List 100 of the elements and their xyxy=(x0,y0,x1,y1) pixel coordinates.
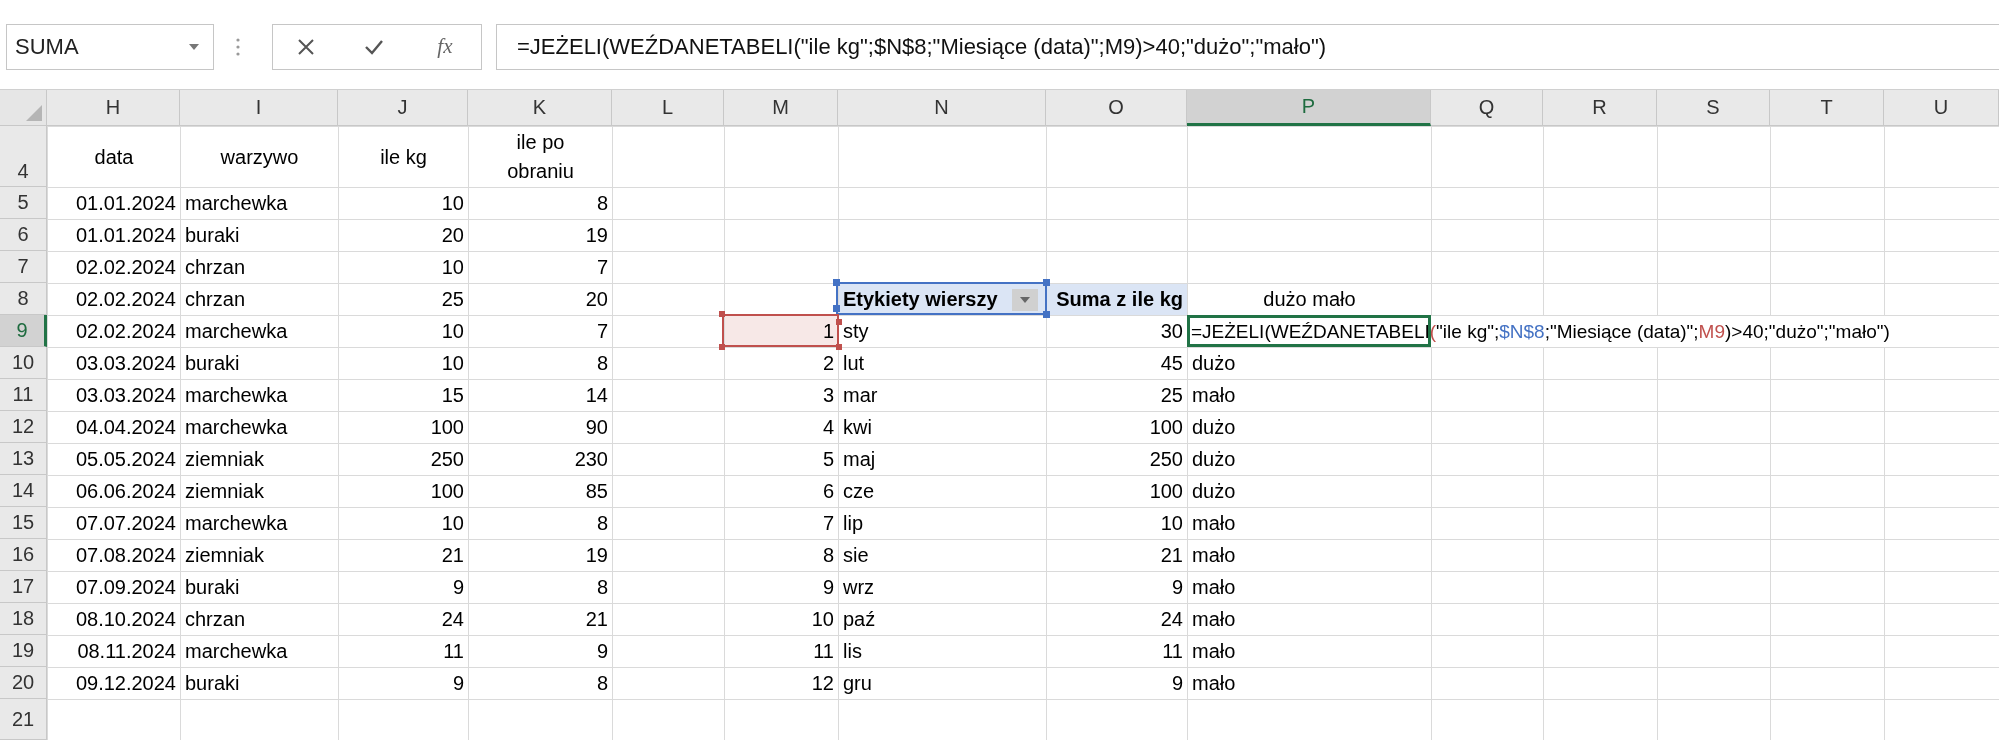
table-cell: 06.06.2024 xyxy=(47,475,180,507)
table-cell: 25 xyxy=(1046,379,1187,411)
row-header[interactable]: 11 xyxy=(0,379,47,411)
column-header[interactable]: P xyxy=(1187,90,1431,126)
row-header[interactable]: 9 xyxy=(0,315,47,347)
row-header[interactable]: 18 xyxy=(0,603,47,635)
table-cell: 10 xyxy=(338,187,468,219)
row-header[interactable]: 20 xyxy=(0,667,47,699)
table-cell: 30 xyxy=(1046,315,1187,347)
row-header[interactable]: 17 xyxy=(0,571,47,603)
table-cell: 7 xyxy=(468,315,612,347)
table-cell: 230 xyxy=(468,443,612,475)
table-cell: 11 xyxy=(338,635,468,667)
row-header[interactable]: 19 xyxy=(0,635,47,667)
table-cell: 11 xyxy=(724,635,838,667)
table-cell: 9 xyxy=(468,635,612,667)
table-cell: mar xyxy=(838,379,1046,411)
table-cell: 01.01.2024 xyxy=(47,219,180,251)
table-cell: ziemniak xyxy=(180,475,338,507)
pivot-label: Etykiety wierszy xyxy=(843,288,999,311)
row-header[interactable]: 8 xyxy=(0,283,47,315)
table-cell: 21 xyxy=(468,603,612,635)
column-header[interactable]: J xyxy=(338,90,468,126)
table-cell: 07.09.2024 xyxy=(47,571,180,603)
row-header[interactable]: 21 xyxy=(0,699,47,740)
table-cell: maj xyxy=(838,443,1046,475)
row-header[interactable]: 6 xyxy=(0,219,47,251)
table-cell: 24 xyxy=(1046,603,1187,635)
table-cell: dużo xyxy=(1187,443,1431,475)
column-header[interactable]: R xyxy=(1543,90,1657,126)
table-cell: paź xyxy=(838,603,1046,635)
table-cell: mało xyxy=(1187,667,1431,699)
column-header[interactable]: N xyxy=(838,90,1046,126)
column-header[interactable]: K xyxy=(468,90,612,126)
table-cell: 19 xyxy=(468,219,612,251)
column-title: data xyxy=(47,126,180,187)
table-cell: 07.07.2024 xyxy=(47,507,180,539)
table-cell: 02.02.2024 xyxy=(47,283,180,315)
table-cell: 100 xyxy=(338,475,468,507)
table-cell: gru xyxy=(838,667,1046,699)
table-cell: lip xyxy=(838,507,1046,539)
table-cell: 10 xyxy=(338,251,468,283)
name-box[interactable]: SUMA xyxy=(6,23,214,70)
row-header[interactable]: 7 xyxy=(0,251,47,283)
column-header[interactable]: L xyxy=(612,90,724,126)
table-cell: 10 xyxy=(1046,507,1187,539)
table-cell: marchewka xyxy=(180,315,338,347)
table-cell: sty xyxy=(838,315,1046,347)
table-cell: wrz xyxy=(838,571,1046,603)
table-cell: mało xyxy=(1187,635,1431,667)
table-cell: 20 xyxy=(468,283,612,315)
formula-field[interactable]: =JEŻELI(WEŹDANETABELI("ile kg";$N$8;"Miesiące (data)";M9)>40;"dużo";"mało") xyxy=(496,23,1999,70)
insert-function-button[interactable]: fx xyxy=(433,34,457,59)
table-cell: 4 xyxy=(724,411,838,443)
row-header[interactable]: 4 xyxy=(0,126,47,187)
table-cell: buraki xyxy=(180,219,338,251)
table-cell: 09.12.2024 xyxy=(47,667,180,699)
table-cell: 05.05.2024 xyxy=(47,443,180,475)
table-cell: 08.10.2024 xyxy=(47,603,180,635)
table-cell: marchewka xyxy=(180,635,338,667)
table-cell: 8 xyxy=(468,347,612,379)
column-header[interactable]: M xyxy=(724,90,838,126)
name-box-text: SUMA xyxy=(15,33,79,60)
row-header[interactable]: 10 xyxy=(0,347,47,379)
column-header[interactable]: Q xyxy=(1431,90,1543,126)
table-cell: 10 xyxy=(338,347,468,379)
table-cell: 02.02.2024 xyxy=(47,251,180,283)
table-cell: 14 xyxy=(468,379,612,411)
column-header[interactable]: U xyxy=(1884,90,1999,126)
table-cell: buraki xyxy=(180,571,338,603)
row-header[interactable]: 12 xyxy=(0,411,47,443)
row-header[interactable]: 14 xyxy=(0,475,47,507)
row-header[interactable]: 5 xyxy=(0,187,47,219)
table-cell: mało xyxy=(1187,539,1431,571)
table-cell: 9 xyxy=(1046,667,1187,699)
table-cell: 07.08.2024 xyxy=(47,539,180,571)
table-cell: 20 xyxy=(338,219,468,251)
column-header[interactable]: S xyxy=(1657,90,1770,126)
table-cell: mało xyxy=(1187,571,1431,603)
table-cell: buraki xyxy=(180,347,338,379)
table-cell: marchewka xyxy=(180,379,338,411)
table-cell: Suma z ile kg xyxy=(1046,283,1187,315)
table-cell: 8 xyxy=(468,507,612,539)
table-cell: lis xyxy=(838,635,1046,667)
row-header[interactable]: 16 xyxy=(0,539,47,571)
table-cell: dużo mało xyxy=(1187,283,1431,315)
column-title: ile po obraniu xyxy=(468,126,612,187)
table-cell: sie xyxy=(838,539,1046,571)
table-cell: 10 xyxy=(338,507,468,539)
column-header[interactable]: I xyxy=(180,90,338,126)
row-header[interactable]: 15 xyxy=(0,507,47,539)
table-cell: marchewka xyxy=(180,411,338,443)
table-cell: 1 xyxy=(724,315,838,347)
table-cell: 90 xyxy=(468,411,612,443)
row-header[interactable]: 13 xyxy=(0,443,47,475)
column-header[interactable]: H xyxy=(47,90,180,126)
column-header[interactable]: O xyxy=(1046,90,1187,126)
table-cell: lut xyxy=(838,347,1046,379)
table-cell: kwi xyxy=(838,411,1046,443)
column-header[interactable]: T xyxy=(1770,90,1884,126)
